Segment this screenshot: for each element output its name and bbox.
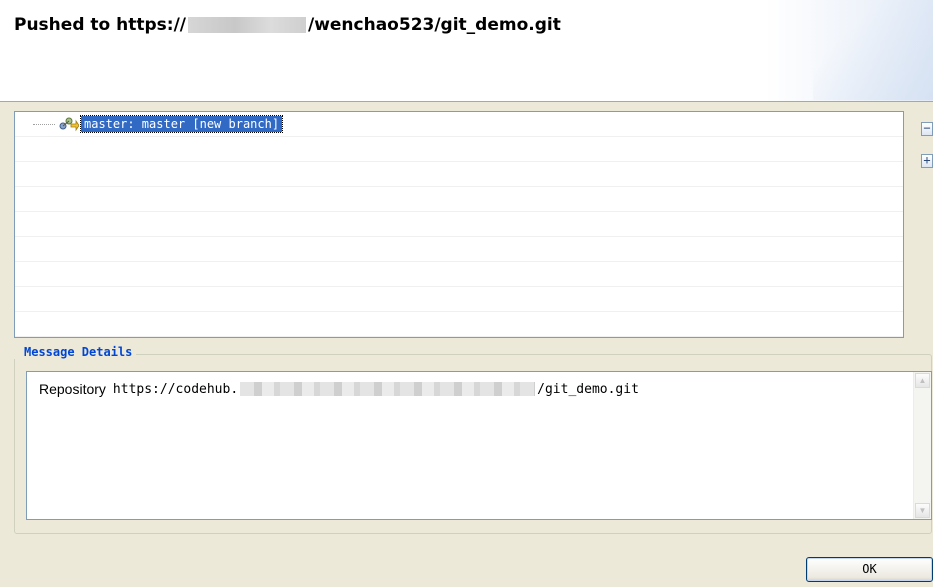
redacted-host xyxy=(187,17,306,33)
message-scrollbar[interactable]: ▲ ▼ xyxy=(913,372,931,519)
collapse-all-button[interactable]: − xyxy=(921,122,933,136)
repository-label: Repository xyxy=(39,381,106,397)
tree-row xyxy=(15,187,903,212)
dialog-header: Pushed to https:// /wenchao523/git_demo.… xyxy=(0,0,933,102)
repository-url-end: /git_demo.git xyxy=(537,381,639,397)
ref-tree[interactable]: master: master [new branch] xyxy=(14,111,904,338)
scroll-up-arrow-icon[interactable]: ▲ xyxy=(915,373,930,388)
tree-row[interactable]: master: master [new branch] xyxy=(15,112,903,137)
tree-row xyxy=(15,237,903,262)
message-details-legend: Message Details xyxy=(14,345,137,359)
header-title-suffix: /wenchao523/git_demo.git xyxy=(307,15,561,35)
header-decoration xyxy=(813,0,933,100)
tree-row xyxy=(15,287,903,312)
tree-row xyxy=(15,312,903,337)
header-title: Pushed to https:// /wenchao523/git_demo.… xyxy=(14,15,561,35)
ok-button[interactable]: OK xyxy=(806,557,933,582)
redacted-url-part xyxy=(240,382,536,396)
tree-node-master[interactable]: master: master [new branch] xyxy=(33,115,284,133)
message-details-text[interactable]: Repository https://codehub. /git_demo.gi… xyxy=(26,371,932,520)
tree-row xyxy=(15,162,903,187)
scroll-down-arrow-icon[interactable]: ▼ xyxy=(915,503,930,518)
repository-url-start: https://codehub. xyxy=(112,381,239,397)
git-branch-push-icon xyxy=(57,115,79,133)
tree-row xyxy=(15,262,903,287)
tree-row xyxy=(15,212,903,237)
tree-connector xyxy=(33,123,55,125)
tree-row xyxy=(15,137,903,162)
message-line: Repository https://codehub. /git_demo.gi… xyxy=(39,381,639,397)
expand-all-button[interactable]: + xyxy=(921,154,933,168)
header-title-prefix: Pushed to https:// xyxy=(14,15,186,35)
push-result-dialog: Pushed to https:// /wenchao523/git_demo.… xyxy=(0,0,933,587)
tree-item-label[interactable]: master: master [new branch] xyxy=(79,115,284,133)
